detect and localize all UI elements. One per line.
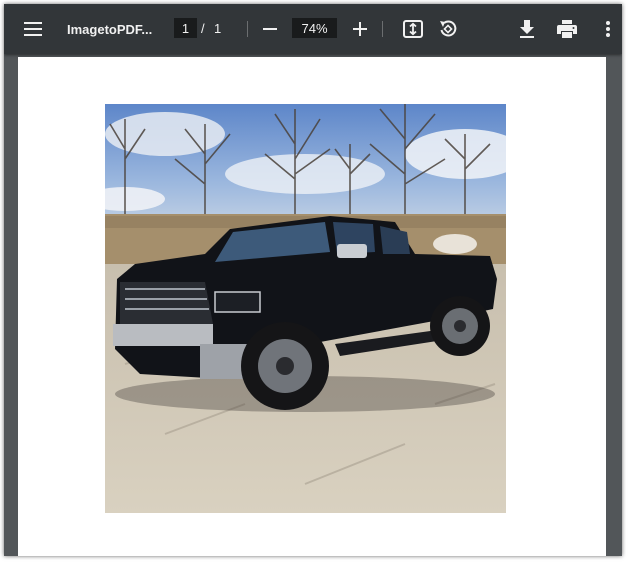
toolbar-divider <box>382 21 383 37</box>
fit-to-page-button[interactable] <box>399 15 427 43</box>
print-icon <box>557 20 577 38</box>
page-separator: / <box>201 20 205 36</box>
minus-icon <box>263 28 277 30</box>
hamburger-menu-icon <box>24 22 42 36</box>
download-button[interactable] <box>513 15 541 43</box>
truck-photo <box>105 104 506 513</box>
download-icon <box>520 20 534 38</box>
zoom-level-input[interactable] <box>292 18 337 38</box>
rotate-counterclockwise-icon <box>440 20 457 37</box>
menu-button[interactable] <box>19 15 47 43</box>
pdf-toolbar: ImagetoPDF... / 1 <box>4 4 622 54</box>
print-button[interactable] <box>553 15 581 43</box>
zoom-in-button[interactable] <box>346 15 374 43</box>
toolbar-divider <box>247 21 248 37</box>
pdf-viewer-window: ImagetoPDF... / 1 <box>4 4 622 556</box>
pdf-page <box>18 57 606 556</box>
fit-to-page-icon <box>403 20 423 38</box>
page-number-input[interactable] <box>174 18 197 38</box>
plus-icon <box>353 22 367 36</box>
rotate-button[interactable] <box>434 15 462 43</box>
more-vertical-icon <box>606 21 610 37</box>
page-total: 1 <box>214 20 222 36</box>
document-title: ImagetoPDF... <box>67 21 153 37</box>
zoom-out-button[interactable] <box>256 15 284 43</box>
more-actions-button[interactable] <box>594 15 622 43</box>
